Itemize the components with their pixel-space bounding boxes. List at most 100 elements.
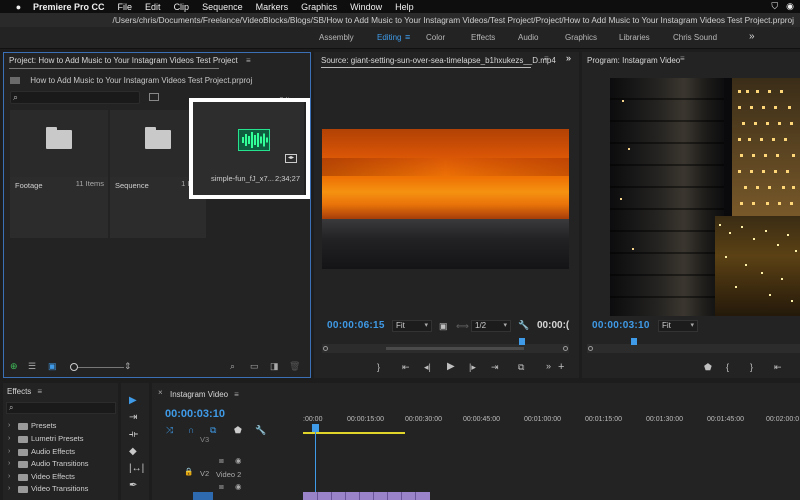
add-marker-icon[interactable]: ⬟ (234, 425, 242, 436)
add-button-icon[interactable]: + (558, 361, 564, 373)
status-eye-icon[interactable]: ◉ (786, 1, 794, 12)
sequence-tab[interactable]: Instagram Video ≡ (170, 388, 239, 402)
apple-icon[interactable]: ● (13, 2, 24, 12)
snap-icon[interactable]: ∩ (188, 425, 194, 435)
zoom-slider-handle[interactable] (70, 363, 78, 371)
scrub-start-handle[interactable] (588, 346, 593, 351)
effects-item-audio-effects[interactable]: › Audio Effects (3, 446, 118, 458)
more-panels-icon[interactable]: » (566, 53, 571, 63)
resolution-dropdown[interactable]: 1/2 ▾ (471, 320, 511, 332)
step-back-icon[interactable]: ◂| (424, 362, 431, 373)
effects-item-audio-transitions[interactable]: › Audio Transitions (3, 458, 118, 470)
program-scrubber[interactable] (587, 344, 800, 353)
sort-icon[interactable]: ⇕ (124, 361, 132, 372)
safe-margins-icon[interactable]: ▣ (439, 321, 448, 332)
program-playhead[interactable] (631, 338, 637, 345)
track-v1-target[interactable] (193, 492, 213, 500)
workspace-editing[interactable]: Editing (377, 33, 401, 42)
razor-tool-icon[interactable]: ◆ (129, 446, 137, 457)
timeline-timecode[interactable]: 00:00:03:10 (165, 408, 225, 420)
effects-item-lumetri-presets[interactable]: › Lumetri Presets (3, 433, 118, 445)
ripple-edit-tool-icon[interactable]: ⟛ (129, 429, 138, 440)
new-search-bin-icon[interactable] (149, 93, 159, 101)
expand-arrow-icon[interactable]: › (8, 433, 10, 445)
workspace-color[interactable]: Color (426, 33, 445, 42)
source-scrubber[interactable] (322, 344, 569, 353)
new-bin-icon[interactable]: ▭ (250, 361, 259, 372)
pen-tool-icon[interactable]: ✒ (129, 480, 137, 491)
workspace-effects[interactable]: Effects (471, 33, 495, 42)
close-icon[interactable]: × (158, 388, 163, 397)
project-panel-tab[interactable]: Project: How to Add Music to Your Instag… (9, 54, 251, 69)
mark-in-icon[interactable]: } (377, 362, 380, 372)
sequence-menu-icon[interactable]: ≡ (234, 390, 239, 399)
track-toggle-output-icon[interactable]: ⧈ (219, 482, 224, 492)
new-item-icon[interactable]: ◨ (270, 361, 279, 372)
lock-icon[interactable]: ⊕ (10, 361, 18, 372)
source-playhead[interactable] (519, 338, 525, 345)
work-area-bar[interactable] (303, 432, 405, 434)
workspace-audio[interactable]: Audio (518, 33, 538, 42)
slip-tool-icon[interactable]: |↔| (129, 463, 144, 474)
expand-arrow-icon[interactable]: › (8, 458, 10, 470)
menu-markers[interactable]: Markers (256, 2, 289, 12)
add-marker-icon[interactable]: ⬟ (704, 362, 712, 373)
workspace-libraries[interactable]: Libraries (619, 33, 650, 42)
program-fit-dropdown[interactable]: Fit ▾ (658, 320, 698, 332)
icon-view-icon[interactable]: ▣ (48, 361, 57, 372)
audio-clip-tile[interactable]: ◂▸ simple-fun_fJ_x7... 2;34;27 (192, 101, 304, 196)
mark-out-icon[interactable]: } (750, 362, 753, 372)
effects-menu-icon[interactable]: ≡ (37, 387, 42, 396)
track-lock-icon[interactable]: 🔒 (184, 467, 193, 476)
track-visibility-eye-icon[interactable]: ◉ (235, 482, 242, 491)
menu-sequence[interactable]: Sequence (202, 2, 243, 12)
selection-tool-icon[interactable]: ▶ (129, 395, 137, 406)
expand-arrow-icon[interactable]: › (8, 483, 10, 495)
source-fit-dropdown[interactable]: Fit ▾ (392, 320, 432, 332)
step-forward-icon[interactable]: |▸ (469, 362, 476, 373)
bin-tile-footage[interactable]: Footage 11 Items (10, 110, 108, 238)
more-buttons-icon[interactable]: » (546, 361, 551, 371)
workspace-menu-icon[interactable]: ≡ (405, 32, 410, 42)
expand-arrow-icon[interactable]: › (8, 471, 10, 483)
program-timecode[interactable]: 00:00:03:10 (592, 320, 650, 331)
expand-arrow-icon[interactable]: › (8, 446, 10, 458)
menu-file[interactable]: File (118, 2, 133, 12)
nest-icon[interactable]: ⤨ (166, 425, 173, 436)
list-view-icon[interactable]: ☰ (28, 361, 36, 372)
go-to-in-icon[interactable]: ⇤ (402, 362, 410, 373)
workspace-graphics[interactable]: Graphics (565, 33, 597, 42)
menu-edit[interactable]: Edit (145, 2, 161, 12)
find-icon[interactable]: ⌕ (230, 361, 235, 372)
effects-item-video-transitions[interactable]: › Video Transitions (3, 483, 118, 495)
clear-icon[interactable]: 🗑 (289, 361, 300, 372)
menu-window[interactable]: Window (350, 2, 382, 12)
effects-item-presets[interactable]: › Presets (3, 420, 118, 432)
scrub-start-handle[interactable] (323, 346, 328, 351)
play-icon[interactable]: ▶ (447, 361, 455, 372)
menu-graphics[interactable]: Graphics (301, 2, 337, 12)
effects-item-video-effects[interactable]: › Video Effects (3, 471, 118, 483)
expand-arrow-icon[interactable]: › (8, 420, 10, 432)
wrench-icon[interactable]: 🔧 (518, 320, 529, 331)
menu-clip[interactable]: Clip (174, 2, 190, 12)
effects-search-input[interactable] (6, 402, 116, 414)
timeline-settings-wrench-icon[interactable]: 🔧 (255, 425, 266, 436)
project-search-input[interactable] (10, 91, 140, 104)
scrub-end-handle[interactable] (563, 346, 568, 351)
video-clip[interactable] (303, 492, 430, 500)
status-shield-icon[interactable]: ⛉ (771, 1, 778, 12)
workspace-assembly[interactable]: Assembly (319, 33, 354, 42)
effects-panel-tab[interactable]: Effects ≡ (7, 385, 42, 399)
linked-selection-icon[interactable]: ⧉ (210, 425, 216, 436)
source-menu-icon[interactable]: ≡ (544, 54, 549, 63)
more-workspaces-icon[interactable]: » (749, 31, 755, 42)
track-select-tool-icon[interactable]: ⇥ (129, 412, 137, 423)
go-to-in-icon[interactable]: ⇤ (774, 362, 782, 373)
project-panel-menu-icon[interactable]: ≡ (246, 56, 251, 65)
track-visibility-eye-icon[interactable]: ◉ (235, 456, 242, 465)
workspace-chris-sound[interactable]: Chris Sound (673, 33, 717, 42)
go-to-out-icon[interactable]: ⇥ (491, 362, 499, 373)
mark-in-icon[interactable]: { (726, 362, 729, 372)
menu-help[interactable]: Help (395, 2, 414, 12)
